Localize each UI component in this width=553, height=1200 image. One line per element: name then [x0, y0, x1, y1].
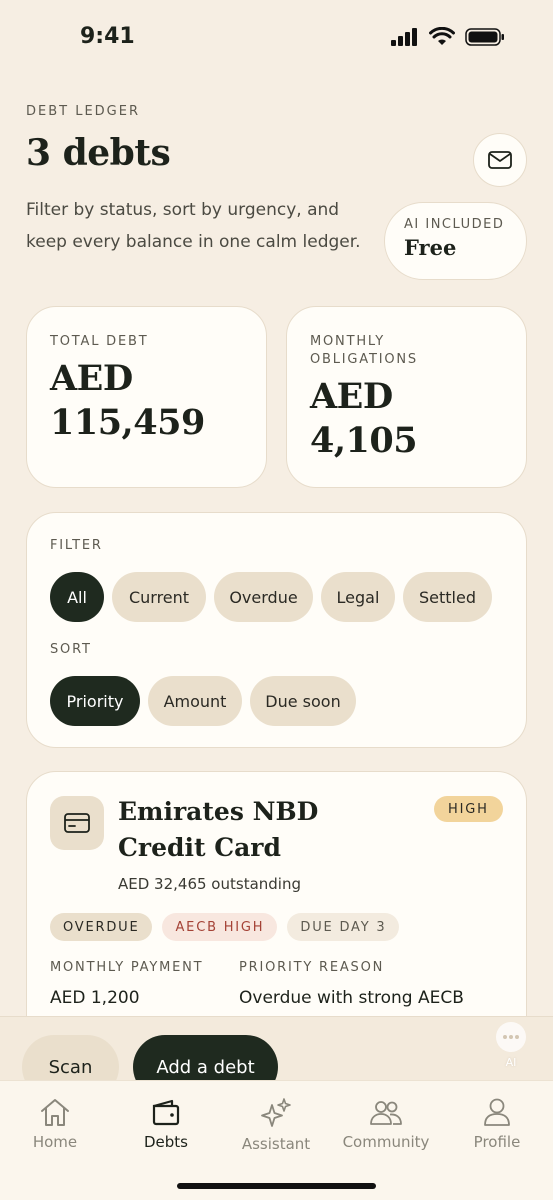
status-time: 9:41 — [80, 24, 135, 49]
sort-chip-priority[interactable]: Priority — [50, 676, 140, 726]
priority-reason-label: PRIORITY REASON — [239, 960, 385, 975]
page-title: 3 debts — [26, 132, 171, 174]
mail-icon — [488, 151, 512, 169]
home-icon — [41, 1099, 69, 1126]
scan-button[interactable]: Scan — [22, 1035, 119, 1080]
filter-chip-row: All Current Overdue Legal Settled — [50, 572, 492, 622]
bottom-action-bar: Scan Add a debt — [0, 1016, 553, 1080]
tab-assistant-label: Assistant — [241, 1135, 311, 1153]
ai-chip-label: AI INCLUDED — [404, 217, 505, 232]
ai-included-chip: AI INCLUDED Free — [384, 202, 527, 280]
signal-icon — [391, 27, 417, 46]
status-bar: 9:41 — [0, 0, 553, 76]
tab-home[interactable]: Home — [5, 1097, 105, 1151]
home-indicator — [177, 1183, 376, 1189]
filter-chip-current[interactable]: Current — [112, 572, 206, 622]
debt-tag-row: OVERDUE AECB HIGH DUE DAY 3 — [50, 913, 400, 941]
total-debt-value: AED 115,459 — [50, 358, 205, 443]
tag-due-day: DUE DAY 3 — [287, 913, 400, 941]
ai-assistant-fab[interactable]: AI — [492, 1022, 530, 1082]
monthly-obligations-value: AED 4,105 — [310, 376, 418, 461]
filter-label: FILTER — [50, 538, 103, 553]
credit-card-icon — [64, 813, 90, 833]
sort-chip-row: Priority Amount Due soon — [50, 676, 356, 726]
page-subtitle: Filter by status, sort by urgency, and k… — [26, 200, 361, 252]
page-eyebrow: DEBT LEDGER — [26, 104, 141, 119]
filter-chip-overdue[interactable]: Overdue — [214, 572, 313, 622]
tag-aecb-high: AECB HIGH — [162, 913, 278, 941]
people-icon — [370, 1101, 402, 1125]
mail-button[interactable] — [473, 133, 527, 187]
filter-chip-settled[interactable]: Settled — [403, 572, 492, 622]
debt-name: Emirates NBD Credit Card — [118, 797, 319, 862]
tab-assistant[interactable]: Assistant — [226, 1097, 326, 1153]
tab-debts-label: Debts — [144, 1133, 188, 1151]
sort-chip-amount[interactable]: Amount — [148, 676, 242, 726]
tab-community-label: Community — [342, 1133, 430, 1151]
sort-label: SORT — [50, 642, 92, 657]
ai-chip-value: Free — [404, 235, 457, 260]
tag-overdue: OVERDUE — [50, 913, 153, 941]
filter-chip-legal[interactable]: Legal — [321, 572, 395, 622]
wifi-icon — [429, 27, 455, 45]
debt-outstanding: AED 32,465 outstanding — [118, 875, 301, 893]
battery-icon — [465, 27, 504, 46]
tab-debts[interactable]: Debts — [116, 1097, 216, 1151]
monthly-obligations-card: MONTHLY OBLIGATIONS AED 4,105 — [286, 306, 527, 488]
person-icon — [484, 1098, 510, 1126]
debt-icon-box — [50, 796, 104, 850]
monthly-obligations-label: MONTHLY OBLIGATIONS — [310, 334, 418, 367]
tab-community[interactable]: Community — [336, 1097, 436, 1151]
priority-badge: HIGH — [434, 796, 503, 822]
monthly-payment-value: AED 1,200 — [50, 988, 140, 1008]
tab-home-label: Home — [32, 1133, 78, 1151]
tab-bar: Home Debts Assistant Community Profile — [0, 1080, 553, 1200]
status-icons — [391, 27, 505, 46]
add-debt-button[interactable]: Add a debt — [133, 1035, 278, 1080]
chat-bubble-icon — [496, 1022, 526, 1052]
tab-profile-label: Profile — [473, 1133, 521, 1151]
monthly-payment-label: MONTHLY PAYMENT — [50, 960, 204, 975]
wallet-icon — [152, 1099, 180, 1126]
total-debt-label: TOTAL DEBT — [50, 334, 149, 349]
ai-fab-label: AI — [505, 1056, 517, 1069]
total-debt-card: TOTAL DEBT AED 115,459 — [26, 306, 267, 488]
sort-chip-due-soon[interactable]: Due soon — [250, 676, 356, 726]
filter-chip-all[interactable]: All — [50, 572, 104, 622]
filter-sort-card: FILTER All Current Overdue Legal Settled… — [26, 512, 527, 748]
sparkles-icon — [261, 1098, 291, 1127]
tab-profile[interactable]: Profile — [447, 1097, 547, 1151]
